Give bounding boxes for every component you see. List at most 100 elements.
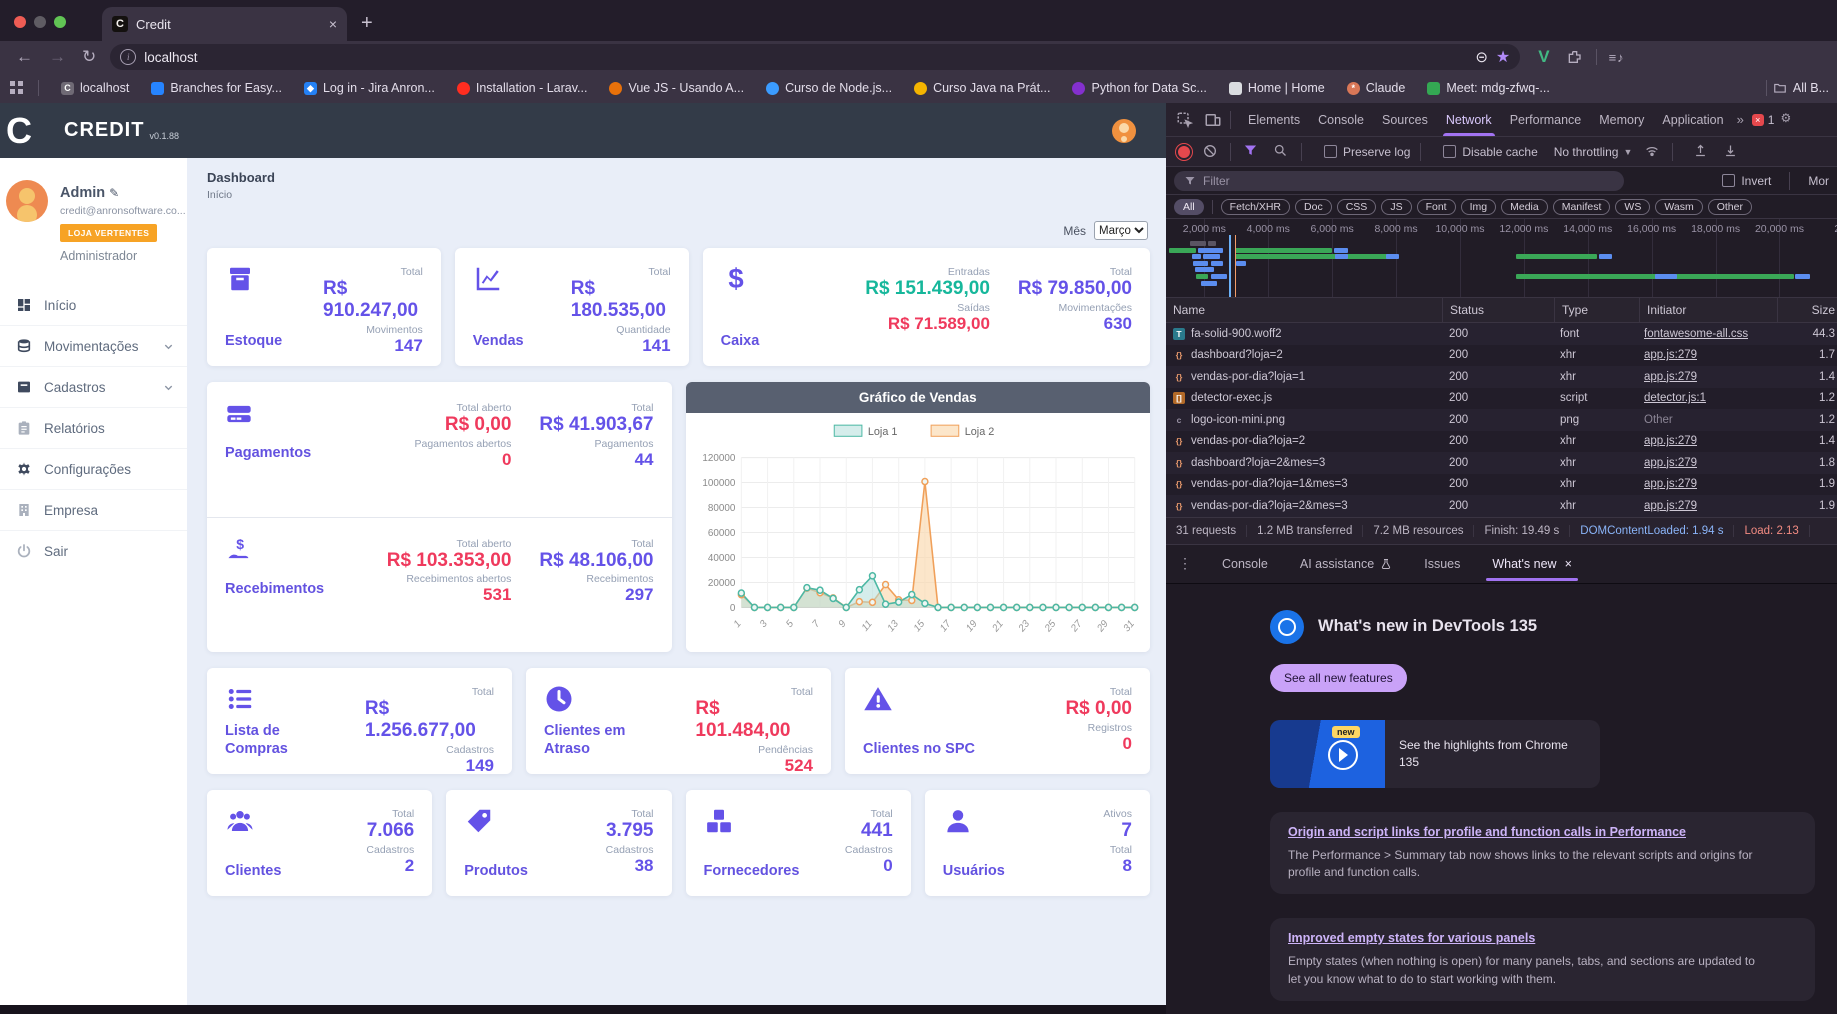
filter-chip-media[interactable]: Media [1501,198,1548,215]
bookmark-item[interactable]: * Claude [1346,81,1405,95]
close-tab-icon[interactable]: × [1565,557,1572,571]
network-request-row[interactable]: [] detector-exec.js 200 script detector.js:1… [1166,387,1837,410]
zoom-icon[interactable]: ⊝ [1475,48,1488,66]
sidebar-item-relatorios[interactable]: Relatórios [0,407,187,448]
bookmark-item[interactable]: Curso Java na Prát... [914,81,1050,95]
tab-close-icon[interactable]: × [329,16,337,32]
drawer-tab-aiassistance[interactable]: AI assistance [1284,545,1408,583]
request-name-cell[interactable]: {} dashboard?loja=2 [1166,345,1442,367]
card-caixa[interactable]: $ Caixa Entradas R$ 151.439,00 Saídas R$ 71.5… [702,248,1150,366]
more-filters-label[interactable]: Mor [1808,174,1829,188]
network-request-row[interactable]: {} vendas-por-dia?loja=1 200 xhr app.js:279 1… [1166,366,1837,388]
filter-chip-doc[interactable]: Doc [1295,198,1332,215]
bookmark-item[interactable]: ◆ Log in - Jira Anron... [303,81,435,95]
filter-chip-manifest[interactable]: Manifest [1552,198,1611,215]
throttling-dropdown[interactable]: No throttling ▼ [1554,145,1633,159]
request-name-cell[interactable]: {} vendas-por-dia?loja=1 [1166,366,1442,388]
search-network-icon[interactable] [1273,143,1291,161]
invert-filter-checkbox[interactable]: Invert [1722,174,1771,188]
initiator-link[interactable]: detector.js:1 [1644,392,1706,404]
initiator-link[interactable]: app.js:279 [1644,457,1697,469]
card-clientes-no-spc[interactable]: Clientes no SPC Total R$ 0,00 Registros 0 [845,668,1150,774]
filter-chip-fetchxhr[interactable]: Fetch/XHR [1220,198,1291,215]
filter-chip-wasm[interactable]: Wasm [1655,198,1703,215]
disable-cache-checkbox[interactable]: Disable cache [1443,145,1538,159]
request-name-cell[interactable]: Tfa-solid-900.woff2 [1166,323,1442,345]
request-initiator-cell[interactable]: detector.js:1 [1637,388,1774,410]
preserve-log-checkbox[interactable]: Preserve log [1324,145,1410,159]
initiator-link[interactable]: app.js:279 [1644,478,1697,490]
bookmark-item[interactable]: Vue JS - Usando A... [609,81,744,95]
section-recebimentos[interactable]: $ Recebimentos Total aberto R$ 103.353,00 Re… [207,516,672,653]
column-header-name[interactable]: Name [1166,298,1443,322]
forward-icon[interactable]: → [49,47,66,67]
filter-chip-font[interactable]: Font [1416,198,1456,215]
initiator-link[interactable]: app.js:279 [1644,435,1697,447]
network-request-row[interactable]: {} vendas-por-dia?loja=2&mes=3 200 xhr app.j… [1166,495,1837,517]
close-window-button[interactable] [14,16,26,28]
initiator-link[interactable]: fontawesome-all.css [1644,328,1748,340]
network-conditions-icon[interactable] [1644,143,1662,161]
site-info-icon[interactable]: i [120,49,137,65]
drawer-menu-icon[interactable]: ⋮ [1178,555,1192,572]
card-vendas[interactable]: Vendas Total R$ 180.535,00 Quantidade 141 [454,248,689,366]
request-initiator-cell[interactable]: app.js:279 [1637,474,1774,496]
device-toolbar-icon[interactable] [1204,111,1222,129]
request-name-cell[interactable]: {} vendas-por-dia?loja=2 [1166,431,1442,453]
request-name-cell[interactable]: c logo-icon-mini.png [1166,409,1442,431]
filter-chip-all[interactable]: All [1174,198,1204,215]
initiator-link[interactable]: app.js:279 [1644,500,1697,512]
video-thumbnail[interactable]: new [1270,719,1385,788]
devtools-tab-memory[interactable]: Memory [1590,103,1653,136]
address-bar[interactable]: i localhost ⊝ ★ [110,44,1521,70]
column-header-type[interactable]: Type [1555,298,1640,322]
drawer-tab-issues[interactable]: Issues [1408,545,1476,583]
devtools-tab-network[interactable]: Network [1437,103,1501,136]
bookmark-item[interactable]: Home | Home [1228,81,1325,95]
request-initiator-cell[interactable]: app.js:279 [1637,431,1774,453]
window-controls[interactable] [0,16,80,41]
bookmark-star-icon[interactable]: ★ [1496,47,1510,67]
highlights-card[interactable]: new See the highlights from Chrome 135 [1270,719,1600,788]
filter-chip-img[interactable]: Img [1460,198,1497,215]
request-initiator-cell[interactable]: app.js:279 [1637,345,1774,367]
apps-grid-icon[interactable] [10,81,24,95]
request-initiator-cell[interactable]: app.js:279 [1637,366,1774,388]
filter-chip-ws[interactable]: WS [1615,198,1651,215]
bookmark-item[interactable]: Python for Data Sc... [1072,81,1207,95]
section-title-link[interactable]: Improved empty states for various panels [1288,931,1797,945]
column-header-status[interactable]: Status [1443,298,1555,322]
bookmark-item[interactable]: Clocalhost [61,81,129,95]
initiator-link[interactable]: app.js:279 [1644,349,1697,361]
request-name-cell[interactable]: {} dashboard?loja=2&mes=3 [1166,452,1442,474]
minimize-window-button[interactable] [34,16,46,28]
network-request-row[interactable]: c logo-icon-mini.png 200 png Other 1.2 [1166,409,1837,431]
inspect-element-icon[interactable] [1176,111,1194,129]
see-all-features-button[interactable]: See all new features [1270,663,1407,692]
network-request-row[interactable]: {} vendas-por-dia?loja=2 200 xhr app.js:279 1… [1166,430,1837,453]
bookmark-item[interactable]: Branches for Easy... [151,81,282,95]
filter-chip-other[interactable]: Other [1707,198,1752,215]
avatar[interactable] [6,180,48,222]
card-produtos[interactable]: Produtos Total 3.795 Cadastros 38 [446,790,672,896]
back-icon[interactable]: ← [16,47,33,67]
devtools-tab-sources[interactable]: Sources [1373,103,1437,136]
request-initiator-cell[interactable]: fontawesome-all.css [1637,323,1774,345]
sidebar-item-movimentacoes[interactable]: Movimentações [0,325,187,366]
bookmark-item[interactable]: Meet: mdg-zfwq-... [1427,81,1550,95]
reload-icon[interactable]: ↻ [82,47,96,67]
drawer-tab-whatsnew[interactable]: What's new × [1476,545,1588,583]
record-network-log-button[interactable] [1178,145,1190,158]
browser-tab[interactable]: C Credit × [102,7,347,41]
sidebar-item-sair[interactable]: Sair [0,530,187,571]
column-header-size[interactable]: Size [1778,298,1837,322]
devtools-tab-performance[interactable]: Performance [1501,103,1591,136]
extensions-icon[interactable] [1566,49,1582,65]
request-initiator-cell[interactable]: Other [1637,409,1774,431]
month-select[interactable]: Março [1094,221,1148,240]
reading-list-icon[interactable]: ≡♪ [1609,50,1625,65]
filter-funnel-icon[interactable] [1243,143,1261,161]
sidebar-item-cadastros[interactable]: Cadastros [0,366,187,407]
filter-chip-js[interactable]: JS [1381,198,1412,215]
network-request-row[interactable]: {} dashboard?loja=2 200 xhr app.js:279 1.7 [1166,344,1837,367]
